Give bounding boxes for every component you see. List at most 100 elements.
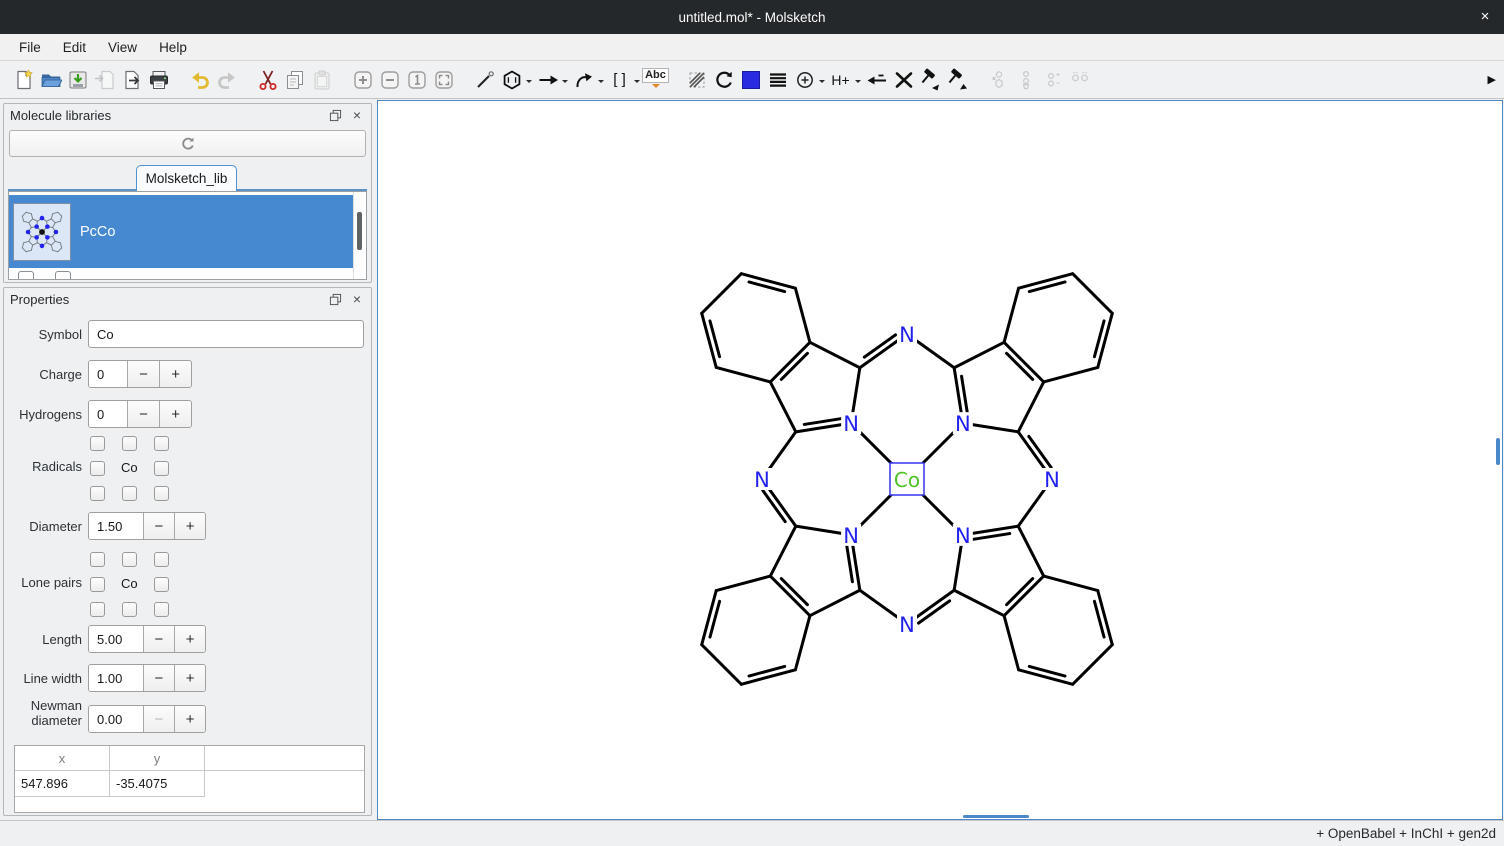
newman-decrement-button[interactable]: − <box>143 706 175 732</box>
diameter-decrement-button[interactable]: − <box>143 513 175 539</box>
newman-increment-button[interactable]: + <box>174 706 205 732</box>
lone-pair-checkbox[interactable] <box>90 602 105 617</box>
window-close-icon[interactable]: × <box>1476 8 1494 26</box>
length-spinbox[interactable]: 5.00 − + <box>88 625 206 653</box>
export-file-button[interactable] <box>118 66 145 93</box>
toolbar-extension-icon[interactable]: ▶ <box>1488 73 1496 86</box>
charge-increment-button[interactable]: + <box>159 361 191 387</box>
diameter-value[interactable]: 1.50 <box>89 513 143 539</box>
menu-edit[interactable]: Edit <box>52 34 97 60</box>
hatch-selection-button[interactable] <box>683 66 710 93</box>
charge-decrement-button[interactable]: − <box>127 361 160 387</box>
line-width-spinbox[interactable]: 1.00 − + <box>88 664 206 692</box>
charge-spinbox[interactable]: 0 − + <box>88 360 192 388</box>
diameter-spinbox[interactable]: 1.50 − + <box>88 512 206 540</box>
charge-tool-caret-icon[interactable] <box>819 80 825 86</box>
hydrogen-tool-caret-icon[interactable] <box>855 80 861 86</box>
column-header-x[interactable]: x <box>15 746 110 770</box>
arrow-tool-caret-icon[interactable] <box>562 80 568 86</box>
cut-button[interactable] <box>254 66 281 93</box>
refresh-libraries-button[interactable] <box>9 130 366 157</box>
column-header-y[interactable]: y <box>110 746 205 770</box>
radical-checkbox[interactable] <box>90 461 105 476</box>
symbol-input[interactable]: Co <box>88 320 364 348</box>
hydrogen-tool-button[interactable]: H+ <box>827 66 854 93</box>
library-item-partial[interactable] <box>9 268 355 280</box>
import-file-button[interactable] <box>91 66 118 93</box>
length-increment-button[interactable]: + <box>174 626 205 652</box>
library-list[interactable]: PcCo <box>8 191 367 280</box>
hydrogens-spinbox[interactable]: 0 − + <box>88 400 192 428</box>
color-picker-button[interactable] <box>737 66 764 93</box>
y-coordinate-cell[interactable]: -35.4075 <box>110 771 205 797</box>
ring-tool-caret-icon[interactable] <box>526 80 532 86</box>
length-value[interactable]: 5.00 <box>89 626 143 652</box>
lone-pair-tool-button[interactable] <box>863 66 890 93</box>
close-panel-icon[interactable]: × <box>349 291 365 307</box>
rotate-tool-button[interactable] <box>710 66 737 93</box>
coordinates-table[interactable]: x y 547.896 -35.4075 <box>14 745 365 813</box>
close-panel-icon[interactable]: × <box>349 107 365 123</box>
new-file-button[interactable] <box>10 66 37 93</box>
bracket-tool-button[interactable]: [ ] <box>606 66 633 93</box>
line-width-decrement-button[interactable]: − <box>143 665 175 691</box>
copy-button[interactable] <box>281 66 308 93</box>
optimize-structure-button[interactable] <box>985 66 1012 93</box>
print-button[interactable] <box>145 66 172 93</box>
zoom-original-button[interactable] <box>403 66 430 93</box>
menu-file[interactable]: File <box>8 34 52 60</box>
save-file-button[interactable] <box>64 66 91 93</box>
drawing-canvas[interactable]: NNNNNNNNCo <box>377 100 1503 820</box>
lone-pair-checkbox[interactable] <box>154 577 169 592</box>
paste-button[interactable] <box>308 66 335 93</box>
text-tool-button[interactable]: Abc <box>642 66 669 93</box>
mechanism-arrow-caret-icon[interactable] <box>598 80 604 86</box>
draw-bond-button[interactable] <box>471 66 498 93</box>
mechanics-tool-2-button[interactable] <box>944 66 971 93</box>
radical-checkbox[interactable] <box>122 436 137 451</box>
newman-diameter-spinbox[interactable]: 0.00 − + <box>88 705 206 733</box>
arrow-tool-button[interactable] <box>534 66 561 93</box>
radical-checkbox[interactable] <box>90 486 105 501</box>
radical-checkbox[interactable] <box>154 436 169 451</box>
newman-diameter-value[interactable]: 0.00 <box>89 706 143 732</box>
canvas-horizontal-scrollbar-thumb[interactable] <box>963 815 1029 818</box>
mechanism-arrow-button[interactable] <box>570 66 597 93</box>
bracket-tool-caret-icon[interactable] <box>634 80 640 86</box>
radical-checkbox[interactable] <box>154 486 169 501</box>
hydrogens-value[interactable]: 0 <box>89 401 127 427</box>
titlebar[interactable]: untitled.mol* - Molsketch × <box>0 0 1504 34</box>
ring-tool-button[interactable] <box>498 66 525 93</box>
lone-pair-checkbox[interactable] <box>122 552 137 567</box>
float-panel-icon[interactable] <box>327 291 343 307</box>
conformer-button[interactable] <box>1012 66 1039 93</box>
hydrogens-decrement-button[interactable]: − <box>127 401 160 427</box>
redo-button[interactable] <box>213 66 240 93</box>
charge-value[interactable]: 0 <box>89 361 127 387</box>
zoom-in-button[interactable] <box>349 66 376 93</box>
lone-pair-checkbox[interactable] <box>154 602 169 617</box>
charge-tool-button[interactable] <box>791 66 818 93</box>
zoom-fit-button[interactable] <box>430 66 457 93</box>
tab-molsketch-lib[interactable]: Molsketch_lib <box>136 165 237 191</box>
menu-help[interactable]: Help <box>148 34 198 60</box>
line-width-button[interactable] <box>764 66 791 93</box>
line-width-increment-button[interactable]: + <box>174 665 205 691</box>
molecule-drawing[interactable]: NNNNNNNNCo <box>378 101 1502 819</box>
radical-checkbox[interactable] <box>90 436 105 451</box>
x-coordinate-cell[interactable]: 547.896 <box>15 771 110 797</box>
lone-pair-checkbox[interactable] <box>154 552 169 567</box>
open-file-button[interactable] <box>37 66 64 93</box>
undo-button[interactable] <box>186 66 213 93</box>
float-panel-icon[interactable] <box>327 107 343 123</box>
line-width-value[interactable]: 1.00 <box>89 665 143 691</box>
lone-pair-checkbox[interactable] <box>122 602 137 617</box>
hydrogens-increment-button[interactable]: + <box>159 401 191 427</box>
length-decrement-button[interactable]: − <box>143 626 175 652</box>
zoom-out-button[interactable] <box>376 66 403 93</box>
radical-checkbox[interactable] <box>122 486 137 501</box>
radical-checkbox[interactable] <box>154 461 169 476</box>
delete-tool-button[interactable] <box>890 66 917 93</box>
library-scrollbar-thumb[interactable] <box>357 212 362 250</box>
symmetry-button[interactable] <box>1066 66 1093 93</box>
